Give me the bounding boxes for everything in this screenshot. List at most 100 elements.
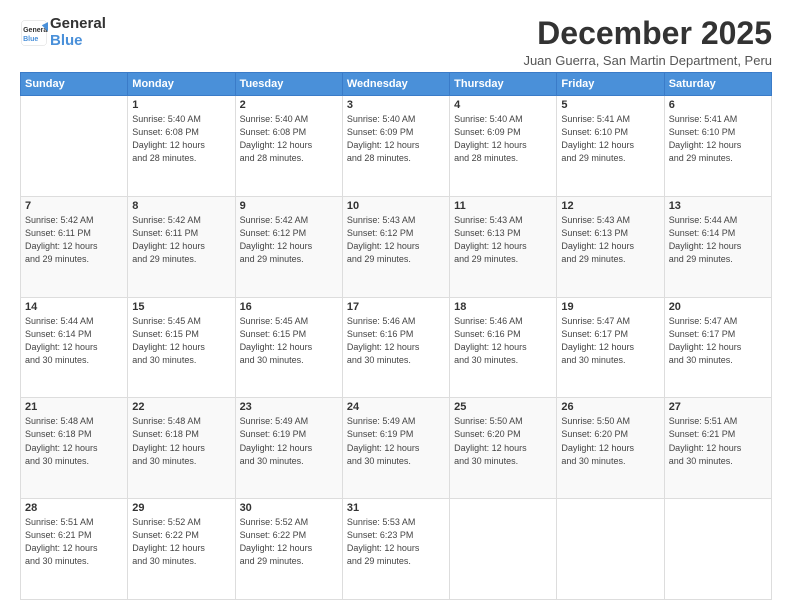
day-number: 28 bbox=[25, 502, 123, 514]
weekday-header-sunday: Sunday bbox=[21, 73, 128, 96]
page: General Blue General Blue December 2025 … bbox=[0, 0, 792, 612]
day-number: 12 bbox=[561, 200, 659, 212]
day-info: Sunrise: 5:41 AM Sunset: 6:10 PM Dayligh… bbox=[669, 113, 767, 165]
calendar-cell: 16 Sunrise: 5:45 AM Sunset: 6:15 PM Dayli… bbox=[235, 297, 342, 398]
day-number: 20 bbox=[669, 301, 767, 313]
calendar-cell: 12 Sunrise: 5:43 AM Sunset: 6:13 PM Dayli… bbox=[557, 196, 664, 297]
day-number: 18 bbox=[454, 301, 552, 313]
calendar-week-5: 28 Sunrise: 5:51 AM Sunset: 6:21 PM Dayli… bbox=[21, 499, 772, 600]
day-info: Sunrise: 5:46 AM Sunset: 6:16 PM Dayligh… bbox=[454, 315, 552, 367]
day-number: 30 bbox=[240, 502, 338, 514]
day-number: 29 bbox=[132, 502, 230, 514]
day-info: Sunrise: 5:52 AM Sunset: 6:22 PM Dayligh… bbox=[240, 516, 338, 568]
calendar-week-3: 14Sunrise: 5:44 AM Sunset: 6:14 PM Dayli… bbox=[21, 297, 772, 398]
day-number: 31 bbox=[347, 502, 445, 514]
calendar-cell: 13 Sunrise: 5:44 AM Sunset: 6:14 PM Dayli… bbox=[664, 196, 771, 297]
calendar-cell: 30 Sunrise: 5:52 AM Sunset: 6:22 PM Dayli… bbox=[235, 499, 342, 600]
day-info: Sunrise: 5:48 AM Sunset: 6:18 PM Dayligh… bbox=[132, 415, 230, 467]
weekday-row: SundayMondayTuesdayWednesdayThursdayFrid… bbox=[21, 73, 772, 96]
day-number: 1 bbox=[132, 99, 230, 111]
calendar-week-2: 7 Sunrise: 5:42 AM Sunset: 6:11 PM Daylig… bbox=[21, 196, 772, 297]
calendar-cell: 6 Sunrise: 5:41 AM Sunset: 6:10 PM Daylig… bbox=[664, 96, 771, 197]
day-info: Sunrise: 5:42 AM Sunset: 6:11 PM Dayligh… bbox=[132, 214, 230, 266]
day-number: 23 bbox=[240, 401, 338, 413]
calendar-cell: 26Sunrise: 5:50 AM Sunset: 6:20 PM Dayli… bbox=[557, 398, 664, 499]
calendar-cell bbox=[450, 499, 557, 600]
calendar-cell: 22Sunrise: 5:48 AM Sunset: 6:18 PM Dayli… bbox=[128, 398, 235, 499]
calendar-cell: 25Sunrise: 5:50 AM Sunset: 6:20 PM Dayli… bbox=[450, 398, 557, 499]
month-title: December 2025 bbox=[523, 16, 772, 51]
day-number: 17 bbox=[347, 301, 445, 313]
svg-text:General: General bbox=[23, 27, 48, 34]
calendar-cell: 29 Sunrise: 5:52 AM Sunset: 6:22 PM Dayli… bbox=[128, 499, 235, 600]
calendar-cell: 20 Sunrise: 5:47 AM Sunset: 6:17 PM Dayli… bbox=[664, 297, 771, 398]
day-number: 25 bbox=[454, 401, 552, 413]
day-number: 7 bbox=[25, 200, 123, 212]
day-info: Sunrise: 5:43 AM Sunset: 6:12 PM Dayligh… bbox=[347, 214, 445, 266]
weekday-header-friday: Friday bbox=[557, 73, 664, 96]
day-info: Sunrise: 5:43 AM Sunset: 6:13 PM Dayligh… bbox=[561, 214, 659, 266]
day-info: Sunrise: 5:49 AM Sunset: 6:19 PM Dayligh… bbox=[347, 415, 445, 467]
day-number: 21 bbox=[25, 401, 123, 413]
calendar-week-1: 1 Sunrise: 5:40 AM Sunset: 6:08 PM Daylig… bbox=[21, 96, 772, 197]
logo: General Blue General Blue bbox=[20, 16, 106, 49]
calendar-cell: 5 Sunrise: 5:41 AM Sunset: 6:10 PM Daylig… bbox=[557, 96, 664, 197]
weekday-header-thursday: Thursday bbox=[450, 73, 557, 96]
day-number: 24 bbox=[347, 401, 445, 413]
day-info: Sunrise: 5:49 AM Sunset: 6:19 PM Dayligh… bbox=[240, 415, 338, 467]
day-number: 19 bbox=[561, 301, 659, 313]
day-info: Sunrise: 5:40 AM Sunset: 6:09 PM Dayligh… bbox=[454, 113, 552, 165]
calendar-body: 1 Sunrise: 5:40 AM Sunset: 6:08 PM Daylig… bbox=[21, 96, 772, 600]
day-number: 14 bbox=[25, 301, 123, 313]
calendar-cell: 2 Sunrise: 5:40 AM Sunset: 6:08 PM Daylig… bbox=[235, 96, 342, 197]
day-info: Sunrise: 5:41 AM Sunset: 6:10 PM Dayligh… bbox=[561, 113, 659, 165]
day-number: 13 bbox=[669, 200, 767, 212]
calendar-cell: 11Sunrise: 5:43 AM Sunset: 6:13 PM Dayli… bbox=[450, 196, 557, 297]
day-info: Sunrise: 5:51 AM Sunset: 6:21 PM Dayligh… bbox=[25, 516, 123, 568]
calendar-cell: 8Sunrise: 5:42 AM Sunset: 6:11 PM Daylig… bbox=[128, 196, 235, 297]
calendar-cell: 31Sunrise: 5:53 AM Sunset: 6:23 PM Dayli… bbox=[342, 499, 449, 600]
day-number: 10 bbox=[347, 200, 445, 212]
logo-line1: General bbox=[50, 16, 106, 33]
day-number: 6 bbox=[669, 99, 767, 111]
calendar-cell: 18 Sunrise: 5:46 AM Sunset: 6:16 PM Dayli… bbox=[450, 297, 557, 398]
weekday-header-saturday: Saturday bbox=[664, 73, 771, 96]
day-number: 11 bbox=[454, 200, 552, 212]
title-block: December 2025 Juan Guerra, San Martin De… bbox=[523, 16, 772, 68]
calendar-header: SundayMondayTuesdayWednesdayThursdayFrid… bbox=[21, 73, 772, 96]
calendar-cell: 19 Sunrise: 5:47 AM Sunset: 6:17 PM Dayli… bbox=[557, 297, 664, 398]
weekday-header-wednesday: Wednesday bbox=[342, 73, 449, 96]
day-info: Sunrise: 5:44 AM Sunset: 6:14 PM Dayligh… bbox=[669, 214, 767, 266]
calendar-week-4: 21 Sunrise: 5:48 AM Sunset: 6:18 PM Dayli… bbox=[21, 398, 772, 499]
day-info: Sunrise: 5:47 AM Sunset: 6:17 PM Dayligh… bbox=[561, 315, 659, 367]
header: General Blue General Blue December 2025 … bbox=[20, 16, 772, 68]
day-number: 27 bbox=[669, 401, 767, 413]
calendar-table: SundayMondayTuesdayWednesdayThursdayFrid… bbox=[20, 72, 772, 600]
day-info: Sunrise: 5:42 AM Sunset: 6:11 PM Dayligh… bbox=[25, 214, 123, 266]
day-number: 2 bbox=[240, 99, 338, 111]
day-info: Sunrise: 5:42 AM Sunset: 6:12 PM Dayligh… bbox=[240, 214, 338, 266]
day-number: 4 bbox=[454, 99, 552, 111]
logo-line2: Blue bbox=[50, 32, 83, 49]
day-info: Sunrise: 5:47 AM Sunset: 6:17 PM Dayligh… bbox=[669, 315, 767, 367]
svg-text:Blue: Blue bbox=[23, 35, 38, 42]
calendar-cell: 23 Sunrise: 5:49 AM Sunset: 6:19 PM Dayli… bbox=[235, 398, 342, 499]
day-info: Sunrise: 5:52 AM Sunset: 6:22 PM Dayligh… bbox=[132, 516, 230, 568]
calendar-cell: 14Sunrise: 5:44 AM Sunset: 6:14 PM Dayli… bbox=[21, 297, 128, 398]
calendar-cell: 28 Sunrise: 5:51 AM Sunset: 6:21 PM Dayli… bbox=[21, 499, 128, 600]
day-info: Sunrise: 5:40 AM Sunset: 6:09 PM Dayligh… bbox=[347, 113, 445, 165]
weekday-header-tuesday: Tuesday bbox=[235, 73, 342, 96]
calendar-cell: 7 Sunrise: 5:42 AM Sunset: 6:11 PM Daylig… bbox=[21, 196, 128, 297]
logo-icon: General Blue bbox=[20, 19, 48, 47]
day-info: Sunrise: 5:45 AM Sunset: 6:15 PM Dayligh… bbox=[132, 315, 230, 367]
calendar-cell: 1Sunrise: 5:40 AM Sunset: 6:08 PM Daylig… bbox=[128, 96, 235, 197]
day-number: 26 bbox=[561, 401, 659, 413]
day-info: Sunrise: 5:45 AM Sunset: 6:15 PM Dayligh… bbox=[240, 315, 338, 367]
day-number: 5 bbox=[561, 99, 659, 111]
day-info: Sunrise: 5:40 AM Sunset: 6:08 PM Dayligh… bbox=[240, 113, 338, 165]
location: Juan Guerra, San Martin Department, Peru bbox=[523, 53, 772, 68]
calendar-cell bbox=[21, 96, 128, 197]
calendar-cell: 21Sunrise: 5:48 AM Sunset: 6:18 PM Dayli… bbox=[21, 398, 128, 499]
day-number: 16 bbox=[240, 301, 338, 313]
calendar-cell: 15Sunrise: 5:45 AM Sunset: 6:15 PM Dayli… bbox=[128, 297, 235, 398]
